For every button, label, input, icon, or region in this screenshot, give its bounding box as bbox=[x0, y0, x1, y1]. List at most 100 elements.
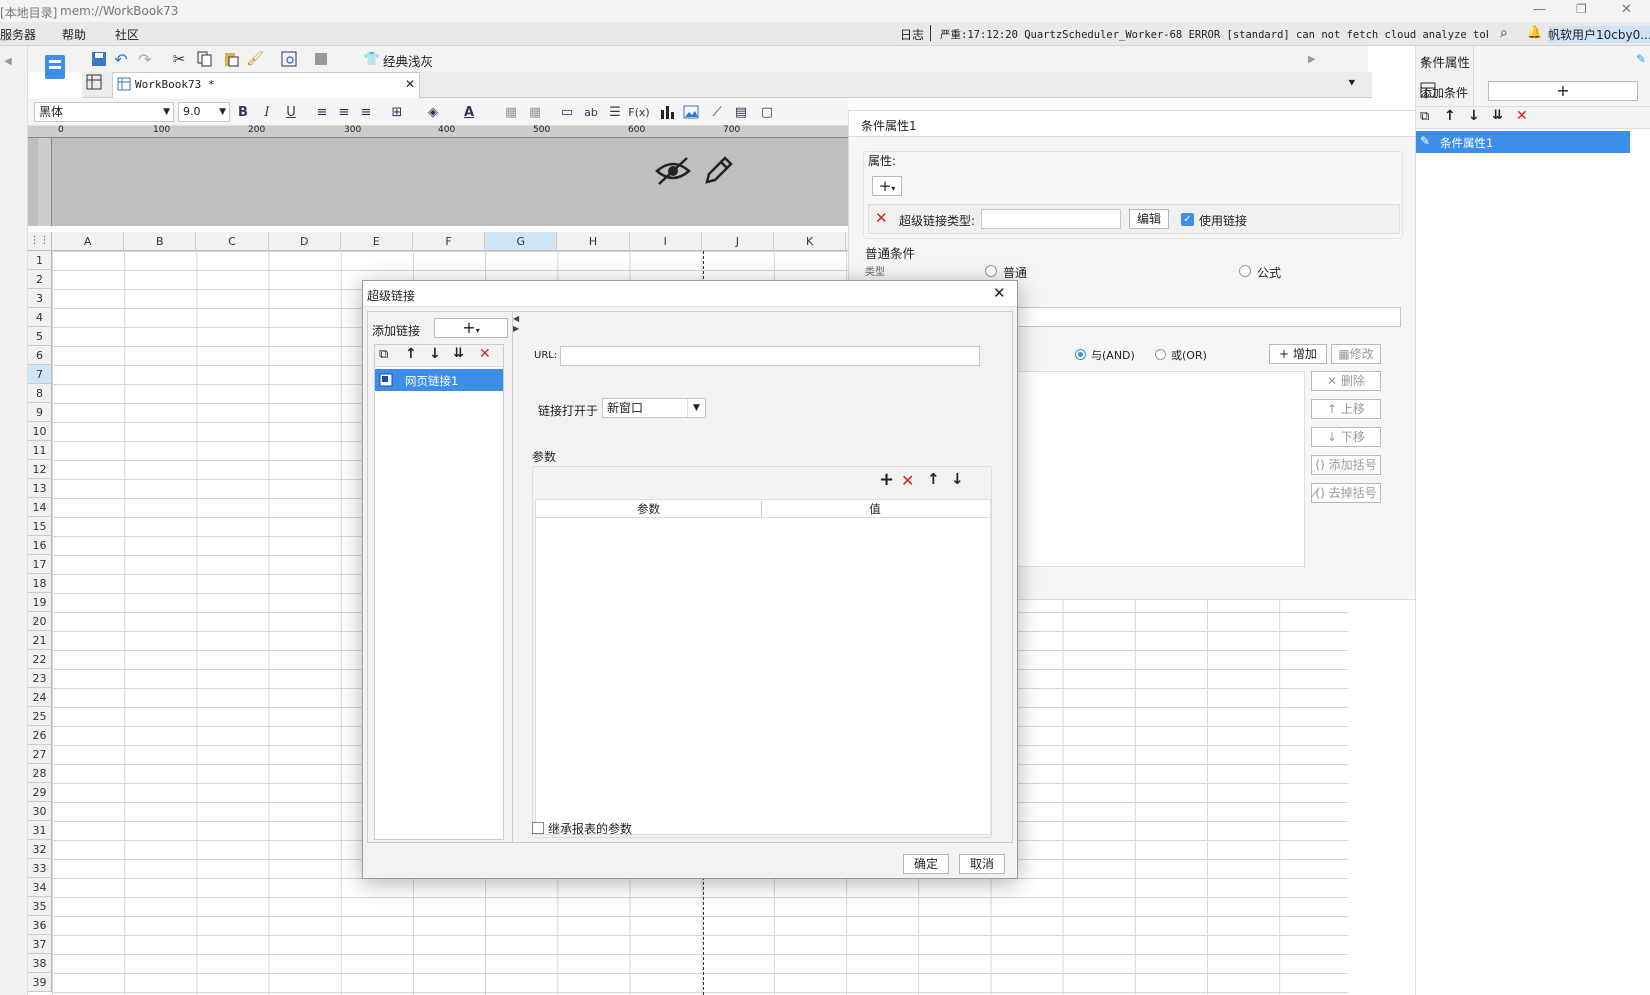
row-header-6[interactable]: 6 bbox=[28, 346, 52, 365]
splitter[interactable] bbox=[512, 312, 513, 842]
border-icon[interactable]: ⊞ bbox=[388, 103, 406, 121]
collapse-arrow-icon[interactable]: ◀ bbox=[513, 314, 519, 323]
row-header-39[interactable]: 39 bbox=[28, 973, 52, 992]
row-header-9[interactable]: 9 bbox=[28, 403, 52, 422]
row-header-21[interactable]: 21 bbox=[28, 631, 52, 650]
unmerge-icon[interactable]: ▦ bbox=[526, 103, 544, 121]
ok-button[interactable]: 确定 bbox=[903, 854, 949, 874]
delete-x-icon[interactable]: ✕ bbox=[1516, 108, 1528, 124]
move-bottom-icon[interactable]: ⇊ bbox=[453, 346, 464, 361]
close-window-button[interactable]: ✕ bbox=[1621, 2, 1632, 17]
collapse-left-icon[interactable]: ◀ bbox=[4, 56, 12, 67]
row-header-31[interactable]: 31 bbox=[28, 821, 52, 840]
user-menu[interactable]: 帆软用户10cby0... bbox=[1548, 26, 1650, 43]
save-icon[interactable] bbox=[90, 50, 108, 68]
expand-arrow-icon[interactable]: ▶ bbox=[513, 324, 519, 333]
text-icon[interactable]: ab bbox=[582, 103, 600, 121]
column-header-f[interactable]: F bbox=[413, 232, 486, 251]
menu-community[interactable]: 社区 bbox=[115, 26, 139, 43]
font-size-select[interactable]: 9.0 ▼ bbox=[178, 102, 230, 122]
move-bottom-icon[interactable]: ⇊ bbox=[1492, 108, 1503, 123]
bold-icon[interactable]: B bbox=[234, 103, 252, 121]
expand-right-icon[interactable]: ▶ bbox=[1308, 54, 1316, 65]
tab-menu-icon[interactable]: ⯆ bbox=[1347, 76, 1357, 91]
row-header-3[interactable]: 3 bbox=[28, 289, 52, 308]
row-header-5[interactable]: 5 bbox=[28, 327, 52, 346]
copy-icon[interactable]: ⧉ bbox=[1420, 109, 1429, 124]
move-down-button[interactable]: ↓ 下移 bbox=[1311, 427, 1381, 447]
row-header-30[interactable]: 30 bbox=[28, 802, 52, 821]
row-header-19[interactable]: 19 bbox=[28, 593, 52, 612]
condition-list[interactable] bbox=[999, 371, 1305, 567]
row-header-10[interactable]: 10 bbox=[28, 422, 52, 441]
radio-or[interactable] bbox=[1155, 349, 1166, 360]
row-header-24[interactable]: 24 bbox=[28, 688, 52, 707]
grid-view-icon[interactable] bbox=[86, 74, 106, 94]
dialog-close-icon[interactable]: ✕ bbox=[993, 284, 1006, 302]
remove-attr-icon[interactable]: ✕ bbox=[875, 209, 888, 227]
align-right-icon[interactable]: ≡ bbox=[357, 103, 375, 121]
radio-common[interactable] bbox=[985, 265, 997, 277]
params-table[interactable]: 参数 值 bbox=[535, 499, 991, 835]
row-header-14[interactable]: 14 bbox=[28, 498, 52, 517]
image-icon[interactable] bbox=[682, 103, 700, 121]
tab-close-icon[interactable]: ✕ bbox=[405, 77, 415, 91]
row-header-15[interactable]: 15 bbox=[28, 517, 52, 536]
row-header-33[interactable]: 33 bbox=[28, 859, 52, 878]
row-header-29[interactable]: 29 bbox=[28, 783, 52, 802]
delete-button[interactable]: ✕ 删除 bbox=[1311, 371, 1381, 391]
arrow-down-icon[interactable]: ↓ bbox=[1468, 108, 1480, 124]
row-header-22[interactable]: 22 bbox=[28, 650, 52, 669]
edit-link-button[interactable]: 编辑 bbox=[1129, 209, 1169, 229]
row-header-27[interactable]: 27 bbox=[28, 745, 52, 764]
sub-report-icon[interactable]: ▤ bbox=[732, 103, 750, 121]
shirt-icon[interactable]: 👕 bbox=[363, 50, 381, 68]
row-header-16[interactable]: 16 bbox=[28, 536, 52, 555]
row-header-37[interactable]: 37 bbox=[28, 935, 52, 954]
column-header-d[interactable]: D bbox=[268, 232, 341, 251]
add-link-button[interactable]: +▾ bbox=[434, 318, 508, 338]
search-icon[interactable]: ⌕ bbox=[1500, 25, 1508, 41]
arrow-down-icon[interactable]: ↓ bbox=[951, 470, 964, 488]
pin-icon[interactable]: ✎ bbox=[1636, 52, 1646, 66]
link-type-field[interactable] bbox=[981, 209, 1121, 229]
cut-icon[interactable]: ✂ bbox=[170, 50, 188, 68]
arrow-up-icon[interactable]: ↑ bbox=[405, 346, 417, 362]
add-condition-button[interactable]: + 增加 bbox=[1269, 344, 1327, 364]
log-label[interactable]: 日志 bbox=[900, 26, 924, 43]
grey-block-icon[interactable] bbox=[312, 50, 330, 68]
cancel-button[interactable]: 取消 bbox=[959, 854, 1005, 874]
align-left-icon[interactable]: ≡ bbox=[313, 103, 331, 121]
column-header-i[interactable]: I bbox=[629, 232, 702, 251]
row-header-25[interactable]: 25 bbox=[28, 707, 52, 726]
add-param-icon[interactable]: + bbox=[879, 471, 894, 489]
open-in-select[interactable]: 新窗口 ▼ bbox=[602, 398, 706, 418]
preview-icon[interactable] bbox=[280, 50, 298, 68]
row-header-26[interactable]: 26 bbox=[28, 726, 52, 745]
column-header-c[interactable]: C bbox=[196, 232, 269, 251]
paste-icon[interactable] bbox=[222, 50, 240, 68]
font-color-icon[interactable]: A bbox=[460, 103, 478, 121]
row-header-34[interactable]: 34 bbox=[28, 878, 52, 897]
delete-link-icon[interactable]: ✕ bbox=[479, 346, 491, 362]
restore-button[interactable]: ❐ bbox=[1576, 2, 1587, 16]
add-condition-plus-button[interactable]: + bbox=[1488, 81, 1638, 101]
column-header-k[interactable]: K bbox=[774, 232, 847, 251]
radio-and[interactable] bbox=[1075, 349, 1086, 360]
column-header-e[interactable]: E bbox=[340, 232, 413, 251]
link-item[interactable]: 网页链接1 bbox=[375, 369, 503, 391]
row-header-1[interactable]: 1 bbox=[28, 251, 52, 270]
insert-row-icon[interactable]: ▭ bbox=[558, 103, 576, 121]
italic-icon[interactable]: I bbox=[258, 103, 276, 121]
edit-pencil-icon[interactable] bbox=[701, 152, 735, 188]
select-all-corner[interactable]: ⋮⋮ bbox=[28, 232, 52, 251]
format-painter-icon[interactable]: 🖌 bbox=[246, 50, 264, 68]
column-header-b[interactable]: B bbox=[124, 232, 197, 251]
row-header-17[interactable]: 17 bbox=[28, 555, 52, 574]
remove-bracket-button[interactable]: (̸) 去掉括号 bbox=[1311, 483, 1381, 503]
row-header-38[interactable]: 38 bbox=[28, 954, 52, 973]
hide-icon[interactable] bbox=[653, 154, 693, 188]
row-header-32[interactable]: 32 bbox=[28, 840, 52, 859]
use-link-checkbox[interactable]: ✓ bbox=[1181, 213, 1194, 226]
arrow-up-icon[interactable]: ↑ bbox=[1444, 108, 1456, 124]
